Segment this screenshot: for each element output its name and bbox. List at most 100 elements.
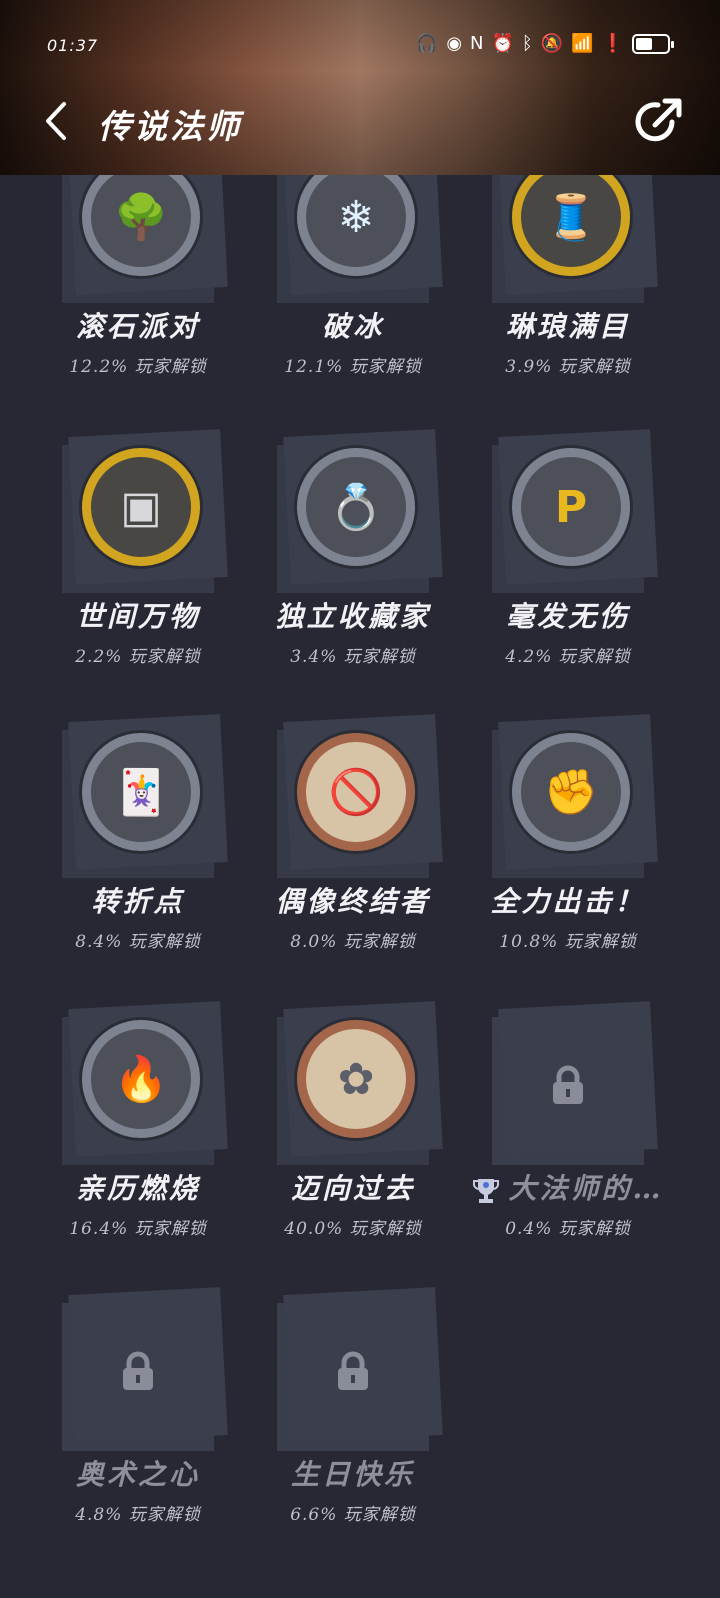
stone-seal-icon: ✿ (297, 1020, 415, 1138)
alarm-icon: ⏰ (491, 33, 514, 54)
achievement-frame: 🔥 (62, 1017, 214, 1165)
headphones-icon: 🎧 (415, 33, 439, 54)
achievement-name: 滚石派对 (20, 305, 256, 345)
achievement-card[interactable]: ❄ 破冰 12.1% 玩家解锁 (235, 175, 455, 445)
relic-pile-icon: 💍 (297, 448, 415, 566)
status-time: 01:37 (47, 36, 99, 55)
back-button[interactable] (38, 98, 78, 144)
achievement-frame (492, 1017, 644, 1165)
achievement-unlock-percent: 8.4% 玩家解锁 (75, 932, 201, 952)
achievement-frame: 🃏 (62, 730, 214, 878)
achievement-unlock-percent: 2.2% 玩家解锁 (75, 647, 201, 667)
alert-icon: ❗ (601, 33, 624, 54)
achievement-frame: 🧵 (492, 175, 644, 303)
achievement-name-text: 奥术之心 (75, 1458, 200, 1491)
share-button[interactable] (634, 96, 684, 146)
achievement-frame: ▣ (62, 445, 214, 593)
achievement-name: 破冰 (235, 305, 471, 345)
achievement-card[interactable]: ✊ 全力出击！ 10.8% 玩家解锁 (450, 730, 670, 1020)
achievement-card[interactable]: 🃏 转折点 8.4% 玩家解锁 (20, 730, 240, 1020)
achievement-card[interactable]: 奥术之心 4.8% 玩家解锁 (20, 1303, 240, 1593)
p-block-icon: P (512, 448, 630, 566)
ice-crystal-icon: ❄ (297, 175, 415, 276)
flame-icon: 🔥 (82, 1020, 200, 1138)
achievement-unlock-percent: 40.0% 玩家解锁 (284, 1219, 422, 1239)
page-title: 传说法师 (98, 107, 242, 146)
achievement-frame: ❄ (277, 175, 429, 303)
achievement-card[interactable]: 🌳 滚石派对 12.2% 玩家解锁 (20, 175, 240, 445)
achievement-name: 琳琅满目 (450, 305, 686, 345)
achievements-grid: 🌳 滚石派对 12.2% 玩家解锁 ❄ 破冰 12.1% 玩家解锁 🧵 琳琅满目 3.9% 玩家… (0, 175, 720, 1598)
navigation-bar: 传说法师 (0, 92, 720, 152)
achievement-frame (62, 1303, 214, 1451)
achievement-name: 奥术之心 (20, 1453, 256, 1493)
mute-icon: 🔕 (540, 33, 564, 54)
achievement-frame: 💍 (277, 445, 429, 593)
spell-cards-icon: 🃏 (82, 733, 200, 851)
achievement-name-text: 破冰 (321, 310, 384, 343)
achievement-name: 独立收藏家 (235, 595, 471, 635)
tree-stump-icon: 🌳 (82, 175, 200, 276)
achievement-frame: P (492, 445, 644, 593)
achievement-card[interactable]: ▣ 世间万物 2.2% 玩家解锁 (20, 445, 240, 735)
achievement-name-text: 世间万物 (75, 600, 200, 633)
achievement-name: 迈向过去 (235, 1167, 471, 1207)
status-bar: 01:37 🎧 ◉ N ⏰ ᛒ 🔕 📶 ❗ (0, 30, 720, 60)
achievement-frame: ✿ (277, 1017, 429, 1165)
achievement-name-text: 迈向过去 (290, 1172, 415, 1205)
achievement-frame: 🚫 (277, 730, 429, 878)
achievement-name: 世间万物 (20, 595, 256, 635)
achievement-unlock-percent: 3.4% 玩家解锁 (290, 647, 416, 667)
achievement-name-text: 转折点 (91, 885, 185, 918)
lock-icon (338, 1351, 368, 1390)
wifi-icon: 📶 (571, 33, 594, 54)
achievement-card[interactable]: 🚫 偶像终结者 8.0% 玩家解锁 (235, 730, 455, 1020)
achievement-frame (277, 1303, 429, 1451)
achievement-card[interactable]: 大法师的… 0.4% 玩家解锁 (450, 1017, 670, 1307)
achievement-card[interactable]: 💍 独立收藏家 3.4% 玩家解锁 (235, 445, 455, 735)
battery-icon (632, 34, 674, 54)
achievement-unlock-percent: 12.2% 玩家解锁 (69, 357, 207, 377)
achievement-name: 生日快乐 (235, 1453, 471, 1493)
achievement-unlock-percent: 6.6% 玩家解锁 (290, 1505, 416, 1525)
share-icon (635, 98, 682, 142)
achievement-card[interactable]: P 毫发无伤 4.2% 玩家解锁 (450, 445, 670, 735)
achievement-unlock-percent: 10.8% 玩家解锁 (499, 932, 637, 952)
achievement-card[interactable]: 🔥 亲历燃烧 16.4% 玩家解锁 (20, 1017, 240, 1307)
eye-icon: ◉ (446, 33, 463, 54)
achievement-card[interactable]: ✿ 迈向过去 40.0% 玩家解锁 (235, 1017, 455, 1307)
achievement-name-text: 独立收藏家 (275, 600, 431, 633)
easel-icon: 🚫 (297, 733, 415, 851)
achievement-frame: ✊ (492, 730, 644, 878)
lock-icon (553, 1065, 583, 1104)
bluetooth-icon: ᛒ (521, 33, 533, 54)
achievement-name: 大法师的… (450, 1167, 686, 1207)
achievement-name-text: 亲历燃烧 (75, 1172, 200, 1205)
achievement-unlock-percent: 3.9% 玩家解锁 (505, 357, 631, 377)
thread-spool-icon: 🧵 (512, 175, 630, 276)
achievement-name: 转折点 (20, 880, 256, 920)
achievement-unlock-percent: 4.8% 玩家解锁 (75, 1505, 201, 1525)
achievement-unlock-percent: 12.1% 玩家解锁 (284, 357, 422, 377)
achievement-unlock-percent: 0.4% 玩家解锁 (505, 1219, 631, 1239)
achievement-frame: 🌳 (62, 175, 214, 303)
achievement-card[interactable]: 生日快乐 6.6% 玩家解锁 (235, 1303, 455, 1593)
achievement-unlock-percent: 4.2% 玩家解锁 (505, 647, 631, 667)
achievement-name-text: 偶像终结者 (275, 885, 431, 918)
achievement-name-text: 大法师的… (508, 1172, 664, 1205)
achievement-card[interactable]: 🧵 琳琅满目 3.9% 玩家解锁 (450, 175, 670, 445)
chevron-left-icon (46, 102, 66, 140)
achievement-unlock-percent: 16.4% 玩家解锁 (69, 1219, 207, 1239)
lock-icon (123, 1351, 153, 1390)
nfc-icon: N (470, 33, 484, 54)
achievement-name: 偶像终结者 (235, 880, 471, 920)
status-icons: 🎧 ◉ N ⏰ ᛒ 🔕 📶 ❗ (415, 33, 674, 55)
treasure-chest-icon: ▣ (82, 448, 200, 566)
achievement-name: 亲历燃烧 (20, 1167, 256, 1207)
achievement-name: 毫发无伤 (450, 595, 686, 635)
achievement-name: 全力出击！ (450, 880, 686, 920)
fists-icon: ✊ (512, 733, 630, 851)
achievement-name-text: 毫发无伤 (505, 600, 630, 633)
achievement-name-text: 生日快乐 (290, 1458, 415, 1491)
achievement-name-text: 琳琅满目 (505, 310, 630, 343)
